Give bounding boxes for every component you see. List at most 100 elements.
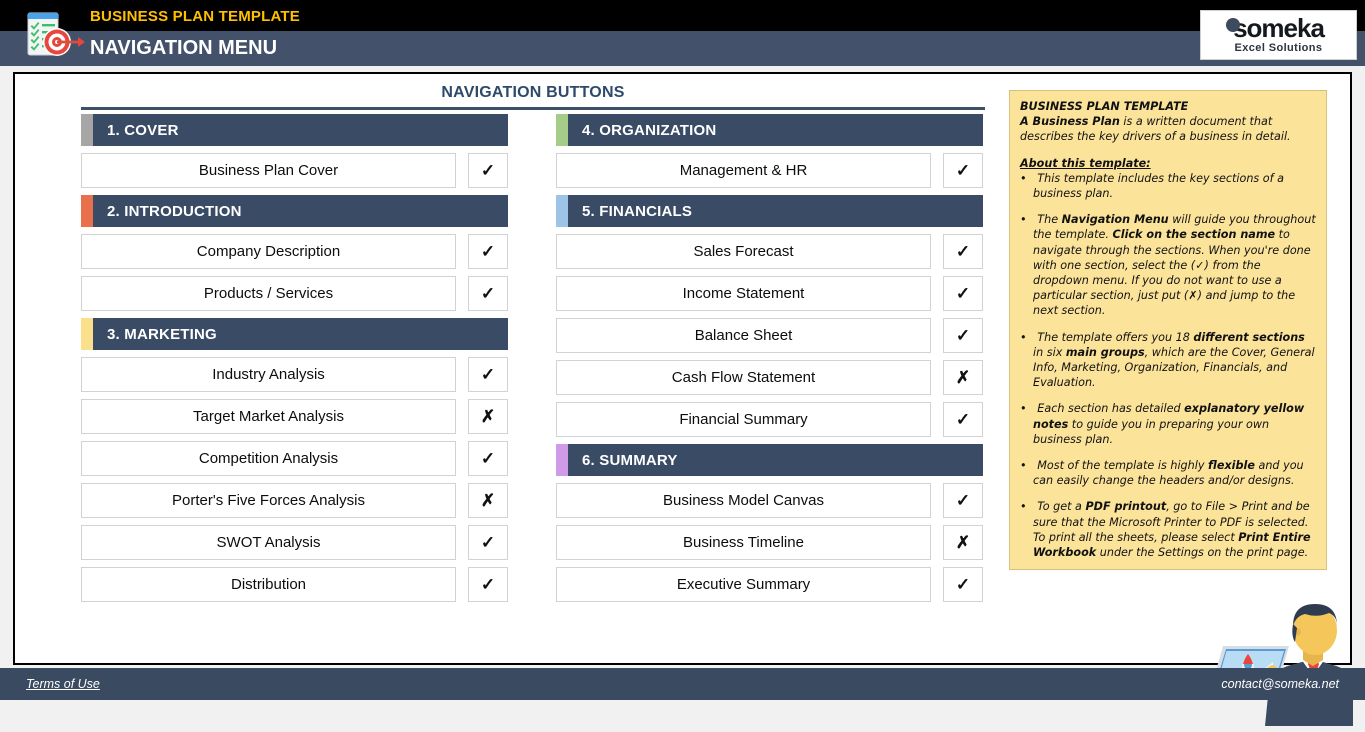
notes-spacer bbox=[1020, 488, 1316, 499]
navigation-row: Distribution ✓ bbox=[81, 567, 521, 602]
section-nav-button[interactable]: Target Market Analysis bbox=[81, 399, 456, 434]
navigation-row: Management & HR ✓ bbox=[556, 153, 996, 188]
status-check-dropdown[interactable]: ✓ bbox=[943, 483, 983, 518]
section-nav-button[interactable]: Financial Summary bbox=[556, 402, 931, 437]
status-cross-dropdown[interactable]: ✗ bbox=[468, 483, 508, 518]
notes-spacer bbox=[1020, 319, 1316, 330]
status-cross-dropdown[interactable]: ✗ bbox=[943, 360, 983, 395]
navigation-row: Target Market Analysis ✗ bbox=[81, 399, 521, 434]
notes-heading: BUSINESS PLAN TEMPLATE bbox=[1020, 99, 1316, 114]
header-template-label: BUSINESS PLAN TEMPLATE bbox=[90, 9, 300, 25]
section-header: 6. SUMMARY bbox=[556, 444, 983, 476]
section-nav-button[interactable]: Industry Analysis bbox=[81, 357, 456, 392]
status-check-dropdown[interactable]: ✓ bbox=[943, 276, 983, 311]
navigation-row: Business Timeline ✗ bbox=[556, 525, 996, 560]
navigation-row: Sales Forecast ✓ bbox=[556, 234, 996, 269]
notes-spacer bbox=[1020, 390, 1316, 401]
status-cross-dropdown[interactable]: ✗ bbox=[943, 525, 983, 560]
worksheet-area: NAVIGATION BUTTONS 1. COVER Business Plan… bbox=[13, 72, 1352, 665]
navigation-row: Income Statement ✓ bbox=[556, 276, 996, 311]
section-nav-button[interactable]: Business Model Canvas bbox=[556, 483, 931, 518]
status-check-dropdown[interactable]: ✓ bbox=[943, 567, 983, 602]
status-check-dropdown[interactable]: ✓ bbox=[943, 234, 983, 269]
terms-of-use-link[interactable]: Terms of Use bbox=[26, 677, 100, 691]
navigation-row: Financial Summary ✓ bbox=[556, 402, 996, 437]
status-check-dropdown[interactable]: ✓ bbox=[468, 567, 508, 602]
left-navigation-column: 1. COVER Business Plan Cover ✓ 2. INTRODUCT… bbox=[81, 114, 521, 609]
right-navigation-column: 4. ORGANIZATION Management & HR ✓ 5. FINANC… bbox=[556, 114, 996, 609]
navigation-row: Competition Analysis ✓ bbox=[81, 441, 521, 476]
section-accent-bar bbox=[556, 444, 568, 476]
section-accent-bar bbox=[556, 114, 568, 146]
notes-about-heading: About this template: bbox=[1020, 156, 1316, 171]
section-nav-button[interactable]: Competition Analysis bbox=[81, 441, 456, 476]
businessman-laptop-rocket-illustration bbox=[1193, 602, 1353, 727]
section-nav-button[interactable]: Products / Services bbox=[81, 276, 456, 311]
section-accent-bar bbox=[81, 195, 93, 227]
section-nav-button[interactable]: Sales Forecast bbox=[556, 234, 931, 269]
navigation-row: Products / Services ✓ bbox=[81, 276, 521, 311]
notes-spacer bbox=[1020, 145, 1316, 156]
navigation-row: Business Plan Cover ✓ bbox=[81, 153, 521, 188]
status-check-dropdown[interactable]: ✓ bbox=[468, 153, 508, 188]
yellow-notes-panel: BUSINESS PLAN TEMPLATEA Business Plan is… bbox=[1009, 90, 1327, 570]
title-divider bbox=[81, 107, 985, 110]
section-accent-bar bbox=[556, 195, 568, 227]
logo-chart-dot-icon bbox=[1226, 18, 1240, 32]
status-check-dropdown[interactable]: ✓ bbox=[468, 525, 508, 560]
navigation-row: Balance Sheet ✓ bbox=[556, 318, 996, 353]
section-title: 2. INTRODUCTION bbox=[93, 203, 242, 220]
app-footer: Terms of Use contact@someka.net bbox=[0, 668, 1365, 700]
section-title: 1. COVER bbox=[93, 122, 179, 139]
navigation-row: Porter's Five Forces Analysis ✗ bbox=[81, 483, 521, 518]
status-check-dropdown[interactable]: ✓ bbox=[943, 318, 983, 353]
section-accent-bar bbox=[81, 318, 93, 350]
status-check-dropdown[interactable]: ✓ bbox=[943, 153, 983, 188]
status-cross-dropdown[interactable]: ✗ bbox=[468, 399, 508, 434]
status-check-dropdown[interactable]: ✓ bbox=[468, 234, 508, 269]
notes-bullet: The template offers you 18 different sec… bbox=[1020, 330, 1316, 391]
section-header: 2. INTRODUCTION bbox=[81, 195, 508, 227]
section-nav-button[interactable]: Cash Flow Statement bbox=[556, 360, 931, 395]
status-check-dropdown[interactable]: ✓ bbox=[468, 357, 508, 392]
section-nav-button[interactable]: Income Statement bbox=[556, 276, 931, 311]
navigation-row: Business Model Canvas ✓ bbox=[556, 483, 996, 518]
section-title: 6. SUMMARY bbox=[568, 452, 678, 469]
section-nav-button[interactable]: Company Description bbox=[81, 234, 456, 269]
logo-wordmark: someka bbox=[1233, 16, 1324, 41]
notes-bullet: Most of the template is highly flexible … bbox=[1020, 458, 1316, 488]
section-nav-button[interactable]: Executive Summary bbox=[556, 567, 931, 602]
app-header: BUSINESS PLAN TEMPLATE NAVIGATION MENU s… bbox=[0, 0, 1365, 66]
navigation-buttons-title: NAVIGATION BUTTONS bbox=[81, 84, 985, 102]
notes-bullet: The Navigation Menu will guide you throu… bbox=[1020, 212, 1316, 318]
section-nav-button[interactable]: SWOT Analysis bbox=[81, 525, 456, 560]
notes-spacer bbox=[1020, 560, 1316, 570]
notes-intro: A Business Plan is a written document th… bbox=[1020, 114, 1316, 144]
checklist-target-icon bbox=[20, 9, 86, 61]
notes-spacer bbox=[1020, 447, 1316, 458]
section-title: 4. ORGANIZATION bbox=[568, 122, 716, 139]
section-header: 4. ORGANIZATION bbox=[556, 114, 983, 146]
navigation-row: SWOT Analysis ✓ bbox=[81, 525, 521, 560]
someka-logo: someka Excel Solutions bbox=[1200, 10, 1357, 60]
notes-bullet: Each section has detailed explanatory ye… bbox=[1020, 401, 1316, 447]
section-title: 3. MARKETING bbox=[93, 326, 217, 343]
navigation-row: Industry Analysis ✓ bbox=[81, 357, 521, 392]
section-header: 1. COVER bbox=[81, 114, 508, 146]
section-nav-button[interactable]: Distribution bbox=[81, 567, 456, 602]
contact-email: contact@someka.net bbox=[1221, 677, 1339, 691]
navigation-row: Cash Flow Statement ✗ bbox=[556, 360, 996, 395]
section-nav-button[interactable]: Balance Sheet bbox=[556, 318, 931, 353]
logo-tagline: Excel Solutions bbox=[1235, 42, 1323, 54]
section-nav-button[interactable]: Business Timeline bbox=[556, 525, 931, 560]
section-nav-button[interactable]: Management & HR bbox=[556, 153, 931, 188]
section-nav-button[interactable]: Business Plan Cover bbox=[81, 153, 456, 188]
section-nav-button[interactable]: Porter's Five Forces Analysis bbox=[81, 483, 456, 518]
navigation-row: Company Description ✓ bbox=[81, 234, 521, 269]
section-header: 5. FINANCIALS bbox=[556, 195, 983, 227]
notes-spacer bbox=[1020, 201, 1316, 212]
status-check-dropdown[interactable]: ✓ bbox=[943, 402, 983, 437]
status-check-dropdown[interactable]: ✓ bbox=[468, 276, 508, 311]
status-check-dropdown[interactable]: ✓ bbox=[468, 441, 508, 476]
section-title: 5. FINANCIALS bbox=[568, 203, 692, 220]
